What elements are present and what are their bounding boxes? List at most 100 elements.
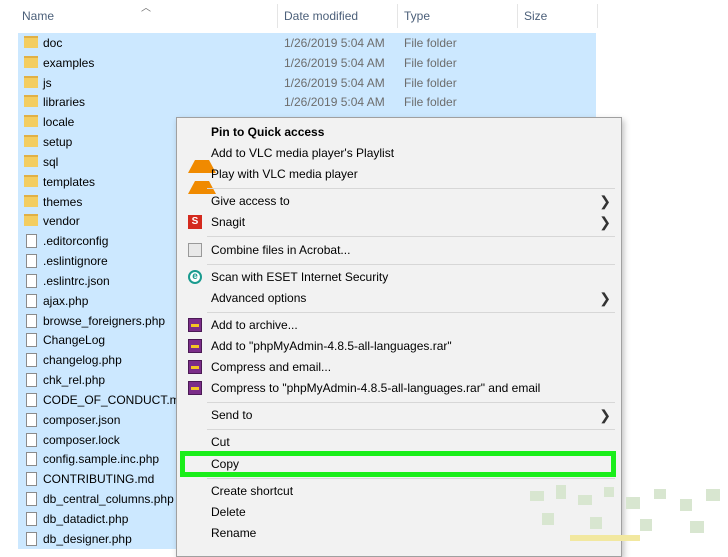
column-date-modified[interactable]: Date modified: [280, 0, 396, 30]
menu-combine-in-acrobat[interactable]: Combine files in Acrobat...: [177, 240, 621, 260]
folder-icon: [24, 36, 38, 48]
list-item[interactable]: doc 1/26/2019 5:04 AM File folder: [18, 33, 596, 53]
winrar-icon: [188, 360, 202, 374]
file-icon: [26, 492, 37, 507]
menu-item-label: Delete: [211, 505, 246, 519]
menu-item-label: Compress and email...: [211, 360, 332, 374]
file-name: locale: [43, 115, 75, 130]
chevron-right-icon: ❯: [599, 290, 611, 306]
menu-add-to-archive[interactable]: Add to archive...: [177, 315, 621, 335]
menu-item-label: Send to: [211, 408, 253, 422]
folder-icon: [24, 154, 38, 167]
file-icon: [26, 511, 37, 526]
file-name: .editorconfig: [43, 234, 109, 249]
menu-separator: [207, 402, 615, 403]
file-icon: [26, 452, 37, 467]
list-item[interactable]: js 1/26/2019 5:04 AM File folder: [18, 72, 596, 93]
menu-separator: [207, 188, 615, 189]
chevron-right-icon: ❯: [599, 214, 611, 230]
menu-snagit[interactable]: S Snagit ❯: [177, 212, 621, 232]
column-size[interactable]: Size: [520, 0, 596, 30]
file-name: setup: [43, 135, 73, 150]
folder-icon: [24, 95, 38, 108]
menu-compress-rar-and-email[interactable]: Compress to "phpMyAdmin-4.8.5-all-langua…: [177, 378, 621, 398]
folder-icon: [24, 55, 38, 68]
acrobat-icon: [188, 243, 202, 257]
menu-item-label: Add to "phpMyAdmin-4.8.5-all-languages.r…: [211, 339, 452, 353]
winrar-icon: [188, 339, 202, 353]
file-name: CONTRIBUTING.md: [43, 472, 155, 487]
menu-compress-and-email[interactable]: Compress and email...: [177, 357, 621, 377]
file-name: composer.json: [43, 412, 121, 427]
file-name: changelog.php: [43, 353, 122, 368]
menu-item-label: Scan with ESET Internet Security: [211, 270, 389, 284]
file-name: doc: [43, 36, 63, 50]
menu-cut[interactable]: Cut: [177, 432, 621, 452]
file-name: .eslintignore: [43, 254, 108, 269]
file-icon: [26, 412, 37, 427]
file-name: db_central_columns.php: [43, 492, 174, 507]
list-item[interactable]: examples 1/26/2019 5:04 AM File folder: [18, 52, 596, 73]
file-name: CODE_OF_CONDUCT.md: [43, 392, 187, 407]
folder-icon: [24, 214, 38, 227]
file-icon: [26, 234, 37, 249]
file-name: vendor: [43, 214, 80, 229]
winrar-icon: [188, 381, 202, 395]
menu-scan-eset[interactable]: e Scan with ESET Internet Security: [177, 267, 621, 287]
menu-separator: [207, 264, 615, 265]
winrar-icon: [188, 318, 202, 332]
file-icon: [26, 531, 37, 546]
menu-item-label: Rename: [211, 526, 257, 540]
column-divider[interactable]: [517, 4, 518, 28]
file-type: File folder: [404, 55, 457, 70]
menu-item-label: Create shortcut: [211, 484, 294, 498]
file-name: themes: [43, 194, 83, 209]
menu-item-label: Compress to "phpMyAdmin-4.8.5-all-langua…: [211, 381, 541, 395]
file-icon: [26, 373, 37, 388]
column-divider[interactable]: [597, 4, 598, 28]
file-date-modified: 1/26/2019 5:04 AM: [284, 55, 385, 70]
file-name: browse_foreigners.php: [43, 313, 166, 328]
file-name: chk_rel.php: [43, 373, 106, 388]
column-divider[interactable]: [277, 4, 278, 28]
menu-item-label: Combine files in Acrobat...: [211, 243, 351, 257]
file-name: composer.lock: [43, 432, 120, 447]
menu-item-label: Add to VLC media player's Playlist: [211, 146, 395, 160]
menu-item-label: Play with VLC media player: [211, 167, 358, 181]
menu-send-to[interactable]: Send to ❯: [177, 405, 621, 425]
menu-item-label: Advanced options: [211, 291, 307, 305]
column-type[interactable]: Type: [400, 0, 516, 30]
menu-item-label: Cut: [211, 435, 230, 449]
folder-icon: [24, 174, 38, 187]
menu-item-label: Pin to Quick access: [211, 125, 325, 139]
chevron-right-icon: ❯: [599, 193, 611, 209]
file-icon: [26, 472, 37, 487]
chevron-right-icon: ❯: [599, 407, 611, 423]
menu-separator: [207, 429, 615, 430]
file-date-modified: 1/26/2019 5:04 AM: [284, 95, 385, 110]
file-icon: [26, 254, 37, 269]
file-type: File folder: [404, 75, 457, 90]
file-type: File folder: [404, 36, 457, 50]
file-icon: [26, 293, 37, 308]
copy-highlight-box: [180, 451, 616, 477]
menu-advanced-options[interactable]: Advanced options ❯: [177, 288, 621, 308]
file-icon: [26, 313, 37, 328]
menu-pin-to-quick-access[interactable]: Pin to Quick access: [177, 122, 621, 142]
column-divider[interactable]: [397, 4, 398, 28]
menu-item-label: Give access to: [211, 194, 290, 208]
file-name: config.sample.inc.php: [43, 452, 160, 467]
file-name: .eslintrc.json: [43, 273, 110, 288]
menu-add-to-vlc-playlist[interactable]: Add to VLC media player's Playlist: [177, 143, 621, 173]
menu-play-with-vlc[interactable]: Play with VLC media player: [177, 164, 621, 194]
file-name: templates: [43, 174, 96, 189]
menu-separator: [207, 312, 615, 313]
file-icon: [26, 392, 37, 407]
snagit-icon: S: [188, 215, 202, 229]
menu-separator: [207, 478, 615, 479]
menu-add-to-rar[interactable]: Add to "phpMyAdmin-4.8.5-all-languages.r…: [177, 336, 621, 356]
menu-give-access-to[interactable]: Give access to ❯: [177, 191, 621, 211]
file-date-modified: 1/26/2019 5:04 AM: [284, 36, 385, 50]
list-item[interactable]: libraries 1/26/2019 5:04 AM File folder: [18, 92, 596, 113]
file-name: examples: [43, 55, 95, 70]
